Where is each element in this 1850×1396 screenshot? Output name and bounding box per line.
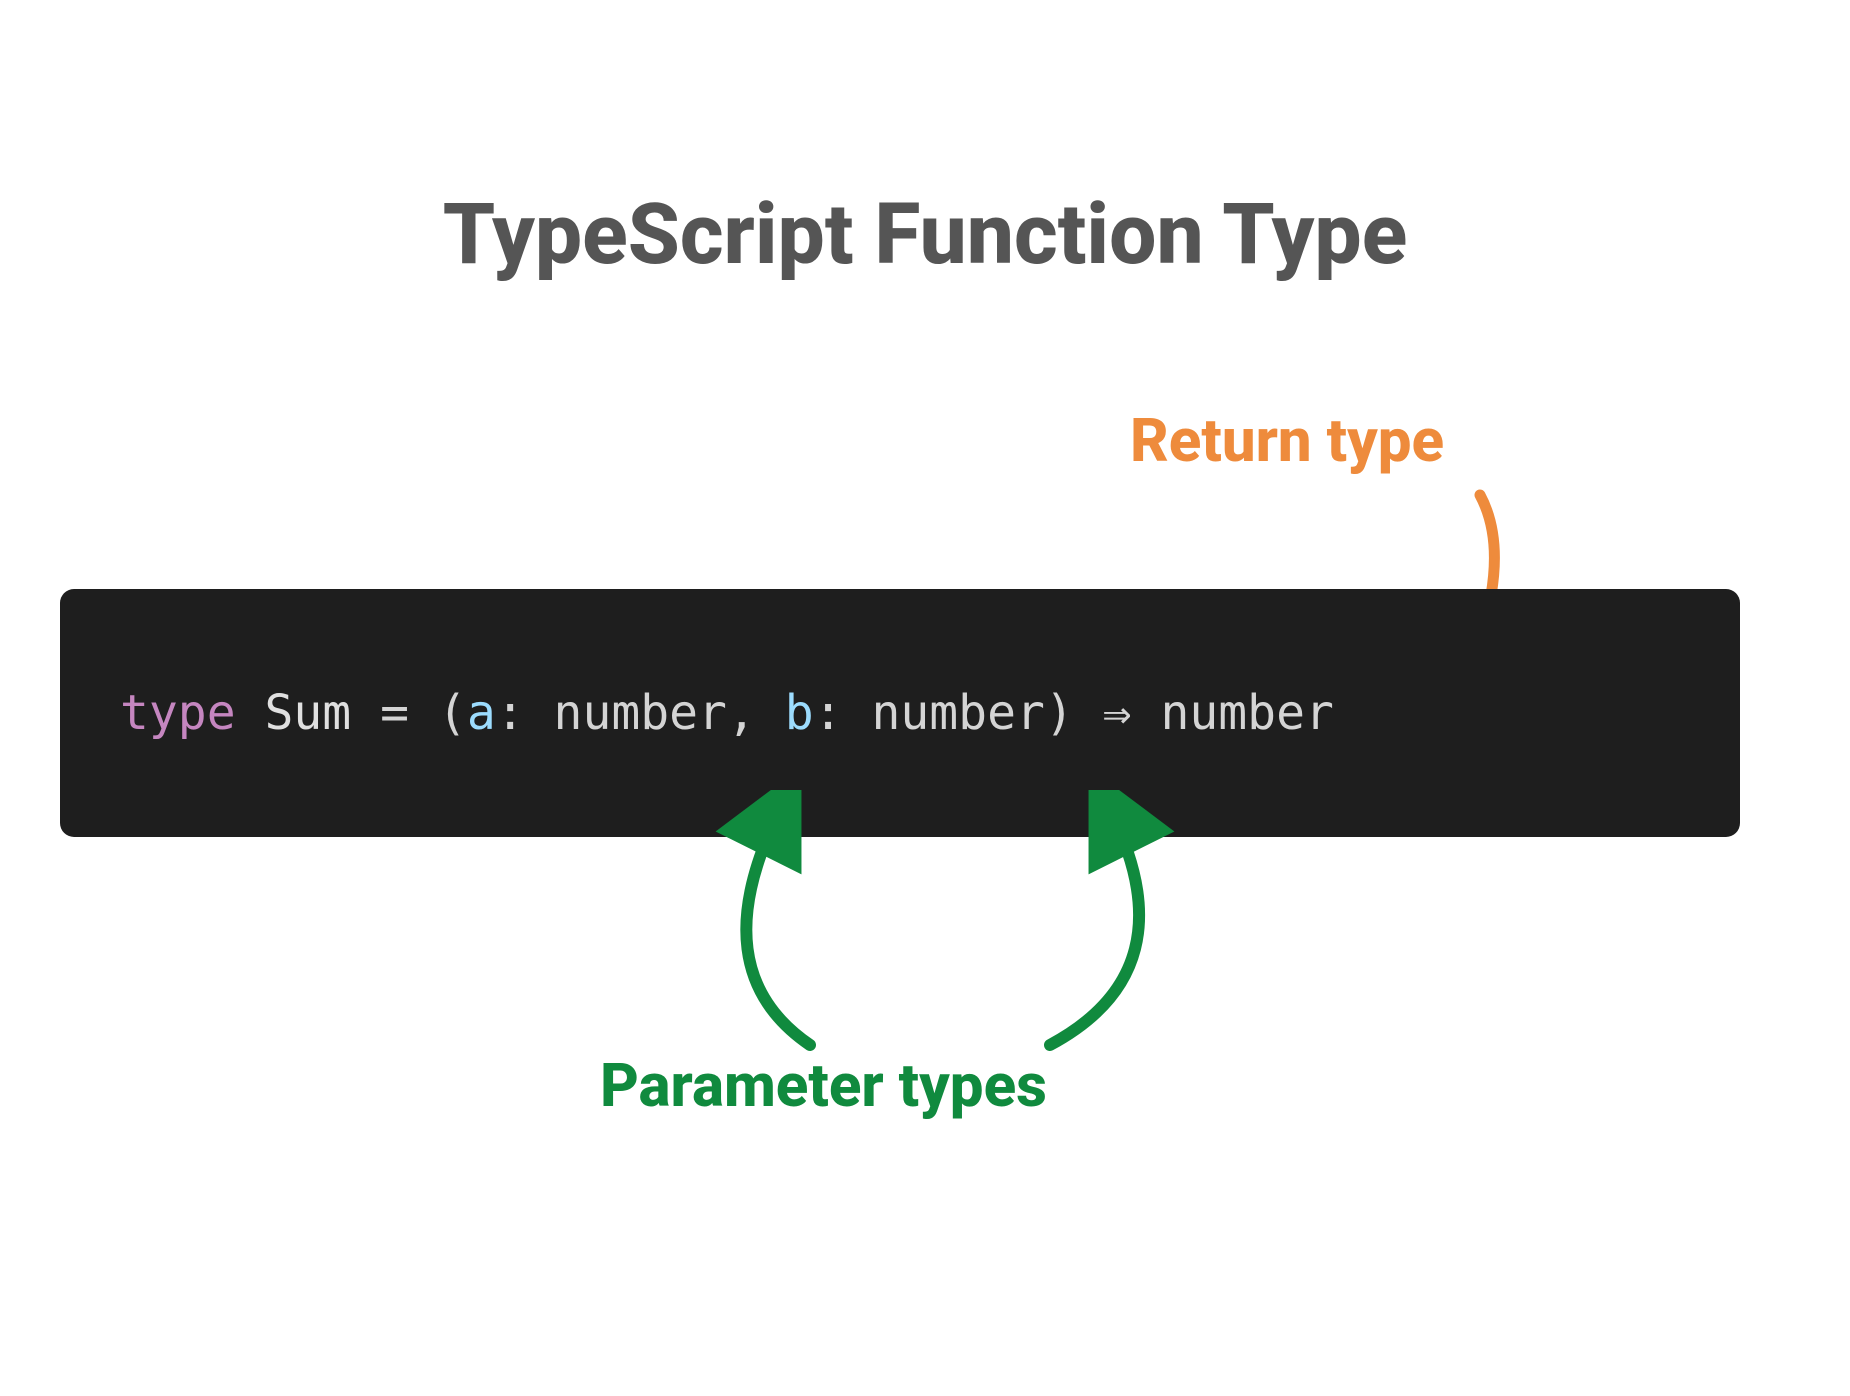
keyword-type: type — [120, 685, 236, 741]
colon-2: : — [814, 685, 843, 741]
diagram-title: TypeScript Function Type — [443, 185, 1408, 284]
comma: , — [727, 685, 756, 741]
param-b-type: number — [871, 685, 1044, 741]
colon-1: : — [496, 685, 525, 741]
param-a-type: number — [554, 685, 727, 741]
arrow-symbol: ⇒ — [1103, 685, 1132, 741]
close-paren: ) — [1045, 685, 1074, 741]
open-paren: ( — [438, 685, 467, 741]
equals: = — [380, 685, 409, 741]
param-b: b — [785, 685, 814, 741]
parameter-types-label: Parameter types — [600, 1050, 1047, 1121]
return-type-label: Return type — [1130, 405, 1444, 476]
type-name: Sum — [265, 685, 352, 741]
param-a: a — [467, 685, 496, 741]
return-type: number — [1160, 685, 1333, 741]
code-block: type Sum = ( a : number , b : number ) ⇒… — [60, 589, 1740, 837]
